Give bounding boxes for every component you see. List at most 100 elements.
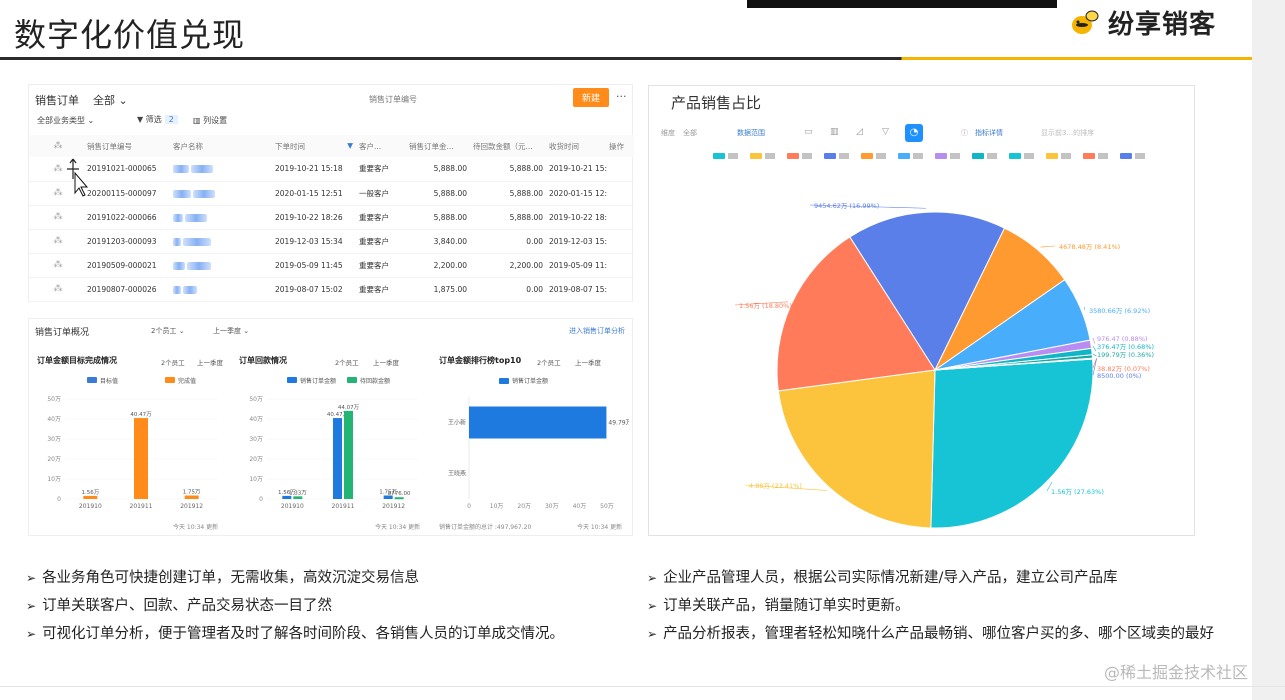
x-tick-label: 50万 bbox=[600, 503, 614, 510]
table-cell: 20191022-000066 bbox=[87, 205, 173, 230]
table-cell: 2019-12-03 15: bbox=[549, 229, 609, 254]
product-sales-share-panel: 产品销售占比 维度 全部 数据范围 ▭ ▥ ◿ ▽ ◔ ⓘ 指标详情 显示前3.… bbox=[648, 85, 1195, 536]
data-label: 1.75万 bbox=[183, 489, 201, 496]
customer-name-redacted bbox=[173, 253, 275, 278]
table-cell: 重要客户 bbox=[359, 157, 409, 182]
col-header: 客户名称 bbox=[173, 135, 275, 157]
customer-name-redacted bbox=[173, 181, 275, 206]
x-tick-label: 201912 bbox=[382, 503, 405, 510]
period-selector[interactable]: 上一季度 ⌄ bbox=[213, 326, 249, 336]
table-cell bbox=[609, 205, 634, 230]
order-search-input[interactable] bbox=[369, 91, 489, 107]
bar bbox=[282, 495, 292, 499]
bar bbox=[344, 410, 353, 499]
col-header: 销售订单编号 bbox=[87, 135, 173, 157]
filter-count-badge: 2 bbox=[164, 115, 178, 124]
biz-type-dropdown[interactable]: 全部业务类型 ⌄ bbox=[37, 115, 94, 126]
scope-dropdown[interactable]: 全部 ⌄ bbox=[93, 92, 128, 108]
chart-period-selector[interactable]: 上一季度 bbox=[197, 357, 223, 367]
chart-emp-selector[interactable]: 2个员工 bbox=[537, 357, 561, 367]
chart-period-selector[interactable]: 上一季度 bbox=[373, 357, 399, 367]
chart-emp-selector[interactable]: 2个员工 bbox=[161, 357, 185, 367]
table-cell bbox=[609, 181, 634, 206]
label-leader-line bbox=[1092, 337, 1096, 344]
y-tick-label: 0 bbox=[259, 496, 263, 503]
legend-swatch bbox=[87, 377, 97, 383]
table-row[interactable]: ⁂ 20191021-000065 2019-10-21 15:18 重要客户 5,8… bbox=[29, 157, 634, 182]
table-cell: 0.00 bbox=[473, 277, 549, 302]
label-leader-line bbox=[1092, 353, 1097, 357]
hierarchy-icon: ⁂ bbox=[53, 188, 63, 198]
table-cell: 2019-10-21 15:18 bbox=[275, 157, 359, 182]
bee-logo-icon bbox=[1072, 10, 1099, 34]
data-label: 1.33万 bbox=[289, 489, 307, 496]
table-cell: 2019-12-03 15:34 bbox=[275, 229, 359, 254]
y-tick-label: 30万 bbox=[47, 436, 61, 443]
page-title: 数字化价值兑现 bbox=[14, 16, 246, 54]
bar bbox=[83, 495, 98, 499]
table-cell bbox=[609, 277, 634, 302]
y-tick-label: 王晓燕 bbox=[448, 470, 466, 478]
table-cell: 2019-10-22 18: bbox=[549, 205, 609, 230]
watermark: @稀土掘金技术社区 bbox=[1104, 663, 1249, 682]
bullet-right-3: ➢ 产品分析报表，管理者轻松知晓什么产品最畅销、哪位客户买的多、哪个区域卖的最好 bbox=[647, 626, 1215, 642]
table-cell bbox=[609, 253, 634, 278]
table-cell: 2019-10-21 15: bbox=[549, 157, 609, 182]
data-label: 40.47万 bbox=[130, 411, 152, 418]
y-tick-label: 20万 bbox=[249, 456, 263, 463]
hierarchy-icon: ⁂ bbox=[53, 260, 63, 270]
table-cell: 2019-05-09 11: bbox=[549, 253, 609, 278]
pie-slice[interactable] bbox=[930, 358, 1094, 529]
table-cell: 5,888.00 bbox=[473, 157, 549, 182]
table-cell: 20200115-000097 bbox=[87, 181, 173, 206]
table-cell: 2019-05-09 11:45 bbox=[275, 253, 359, 278]
hierarchy-icon: ⁂ bbox=[53, 141, 63, 151]
bullet-right-2: ➢ 订单关联产品，销量随订单实时更新。 bbox=[647, 598, 910, 614]
slice-label: 9454.62万 (16.99%) bbox=[814, 202, 879, 210]
customer-name-redacted bbox=[173, 205, 275, 230]
table-header-row: ⁂ 销售订单编号 客户名称 下单时间 ▼ 客户... 销售订单金... 待回款金… bbox=[29, 135, 634, 157]
table-row[interactable]: ⁂ 20191203-000093 2019-12-03 15:34 重要客户 3,8… bbox=[29, 229, 634, 254]
table-cell: 0.00 bbox=[473, 229, 549, 254]
more-menu-icon[interactable]: ··· bbox=[616, 90, 627, 103]
employee-selector[interactable]: 2个员工 ⌄ bbox=[151, 326, 185, 336]
pie-slice[interactable] bbox=[777, 369, 936, 529]
filter-button[interactable]: ▼ 筛选 2 bbox=[137, 114, 178, 125]
new-order-button[interactable]: 新建 bbox=[573, 88, 609, 107]
target-completion-chart: 目标值 完成值 0 10万 20万 30万 40万 50万 201910 1.56万 201911 4… bbox=[47, 377, 217, 510]
order-analysis-link[interactable]: 进入销售订单分析 bbox=[569, 326, 625, 336]
hierarchy-icon: ⁂ bbox=[53, 212, 63, 222]
chart-footer: 销售订单金额的总计 :497,967.20 bbox=[439, 524, 532, 531]
slice-label: 4678.48万 (8.41%) bbox=[1059, 243, 1120, 251]
order-ranking-chart: 销售订单金额 0 10万 20万 30万 40万 50万 王小新 49.79万王晓燕 bbox=[448, 377, 629, 510]
table-row[interactable]: ⁂ 20200115-000097 2020-01-15 12:51 一般客户 5,8… bbox=[29, 181, 634, 206]
customer-name-redacted bbox=[173, 277, 275, 302]
chart-emp-selector[interactable]: 2个员工 bbox=[335, 357, 359, 367]
arrow-bullet-icon: ➢ bbox=[26, 627, 37, 641]
x-tick-label: 201911 bbox=[130, 503, 153, 510]
y-tick-label: 30万 bbox=[249, 436, 263, 443]
label-leader-line bbox=[1040, 245, 1056, 248]
y-tick-label: 20万 bbox=[47, 456, 61, 463]
x-tick-label: 201910 bbox=[79, 503, 102, 510]
column-settings-button[interactable]: ▥ 列设置 bbox=[193, 115, 227, 126]
table-cell: 一般客户 bbox=[359, 181, 409, 206]
hierarchy-icon: ⁂ bbox=[53, 284, 63, 294]
table-row[interactable]: ⁂ 20191022-000066 2019-10-22 18:26 重要客户 5,8… bbox=[29, 205, 634, 230]
chart-footer: 今天 10:34 更新 bbox=[173, 524, 219, 531]
col-header: 收货时间 bbox=[549, 135, 609, 157]
customer-name-redacted bbox=[173, 157, 275, 182]
table-cell: ⁂ bbox=[29, 277, 87, 302]
hierarchy-icon: ⁂ bbox=[53, 236, 63, 246]
table-cell: 20191021-000065 bbox=[87, 157, 173, 182]
col-header: 客户... bbox=[359, 135, 409, 157]
data-label: 44.07万 bbox=[338, 404, 360, 411]
chart-period-selector[interactable]: 上一季度 bbox=[575, 357, 601, 367]
slice-label: 8500.00 (0%) bbox=[1097, 372, 1141, 380]
bullet-right-1: ➢ 企业产品管理人员，根据公司实际情况新建/导入产品，建立公司产品库 bbox=[647, 570, 1118, 586]
table-cell: 1,875.00 bbox=[409, 277, 473, 302]
table-row[interactable]: ⁂ 20190807-000026 2019-08-07 15:02 重要客户 1,8… bbox=[29, 277, 634, 302]
table-row[interactable]: ⁂ 20190509-000021 2019-05-09 11:45 重要客户 2,2… bbox=[29, 253, 634, 278]
slice-label: 976.47 (0.88%) bbox=[1097, 335, 1148, 343]
legend-swatch bbox=[165, 377, 175, 383]
